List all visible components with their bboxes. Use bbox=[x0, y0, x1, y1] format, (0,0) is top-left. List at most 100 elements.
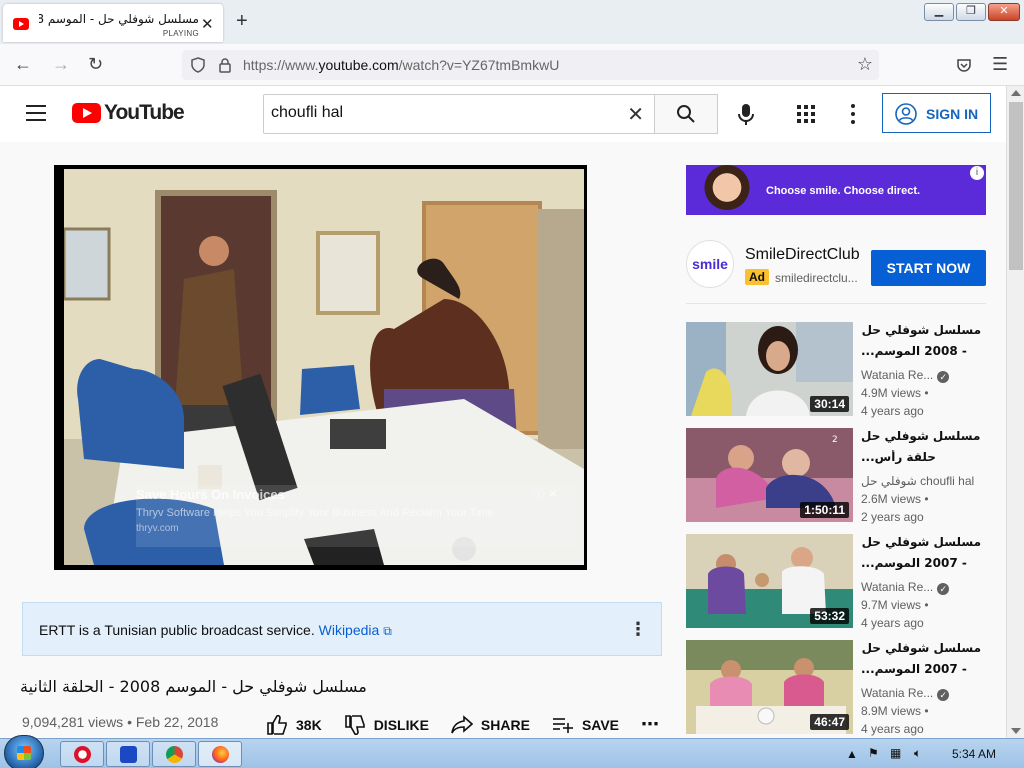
broadcaster-info-panel: ERTT is a Tunisian public broadcast serv… bbox=[22, 602, 662, 656]
start-now-button[interactable]: START NOW bbox=[871, 250, 986, 286]
tracking-shield-icon[interactable] bbox=[190, 57, 206, 73]
like-count: 38K bbox=[296, 716, 322, 733]
more-actions-icon[interactable]: ⋯ bbox=[641, 714, 659, 735]
external-link-icon[interactable]: ⧉ bbox=[383, 624, 392, 638]
window-controls: ▁ ❐ ✕ bbox=[924, 3, 1020, 21]
url-text: https://www.youtube.com/watch?v=YZ67tmBm… bbox=[243, 57, 560, 73]
volume-icon[interactable]: 🔈︎ bbox=[914, 746, 921, 761]
browser-tab-bar: مسلسل شوفلي حل - الموسم 2008 PLAYING ✕ +… bbox=[0, 0, 1024, 44]
youtube-logo-icon[interactable] bbox=[72, 103, 101, 123]
page-scrollbar[interactable] bbox=[1006, 86, 1024, 738]
ad-info-icon[interactable]: i bbox=[970, 166, 984, 180]
pocket-icon[interactable] bbox=[956, 57, 972, 73]
scroll-down-icon[interactable] bbox=[1011, 728, 1021, 734]
youtube-logo-text[interactable]: YouTube bbox=[104, 101, 185, 125]
close-window-icon[interactable]: ✕ bbox=[988, 3, 1020, 21]
maximize-icon[interactable]: ❐ bbox=[956, 3, 986, 21]
related-title-line1: مسلسل شوفلي حل - bbox=[861, 535, 981, 549]
save-button[interactable]: SAVE bbox=[552, 715, 619, 735]
related-video[interactable]: 46:47 مسلسل شوفلي حل - - 2007 الموسم... … bbox=[686, 640, 986, 736]
related-video[interactable]: 30:14 مسلسل شوفلي حل - - 2008 الموسم... … bbox=[686, 322, 986, 418]
info-panel-menu-icon[interactable]: ⋮ bbox=[629, 619, 647, 640]
bookmark-star-icon[interactable]: ☆ bbox=[857, 54, 873, 75]
related-video[interactable]: 53:32 مسلسل شوفلي حل - - 2007 الموسم... … bbox=[686, 534, 986, 630]
sign-in-button[interactable]: SIGN IN bbox=[882, 93, 991, 133]
upload-age: 4 years ago bbox=[861, 616, 924, 630]
browser-tab[interactable]: مسلسل شوفلي حل - الموسم 2008 PLAYING ✕ bbox=[3, 4, 223, 42]
chrome-icon bbox=[166, 746, 183, 763]
save-label: SAVE bbox=[581, 716, 620, 733]
sponsored-card[interactable]: smile SmileDirectClub Ad smiledirectclu.… bbox=[686, 240, 986, 304]
broadcaster-info-text: ERTT is a Tunisian public broadcast serv… bbox=[39, 622, 392, 638]
overlay-ad-site: thryv.com bbox=[136, 523, 179, 534]
guide-menu-icon[interactable] bbox=[26, 105, 46, 121]
verified-icon: ✓ bbox=[937, 371, 950, 383]
view-count: 9.7M views • bbox=[861, 598, 929, 612]
video-duration: 46:47 bbox=[810, 714, 849, 730]
related-title-line1: مسلسل شوفلي حل - bbox=[861, 323, 981, 337]
start-button-icon[interactable] bbox=[4, 735, 44, 768]
tray-expand-icon[interactable]: ▲ bbox=[846, 747, 858, 761]
video-thumbnail[interactable]: 53:32 bbox=[686, 534, 853, 628]
address-bar[interactable]: https://www.youtube.com/watch?v=YZ67tmBm… bbox=[182, 50, 879, 80]
dislike-button[interactable]: DISLIKE bbox=[344, 714, 429, 735]
advertiser-domain: smiledirectclu... bbox=[775, 271, 858, 285]
wikipedia-link[interactable]: Wikipedia bbox=[319, 622, 380, 638]
forward-icon[interactable]: → bbox=[52, 54, 70, 75]
account-icon bbox=[895, 103, 917, 125]
thumbs-up-icon bbox=[267, 714, 287, 735]
related-video[interactable]: 2 1:50:11 مسلسل شوفلي حل حلقة رأس... شوف… bbox=[686, 428, 986, 524]
like-button[interactable]: 38K bbox=[266, 714, 322, 735]
ad-badge: Ad bbox=[745, 269, 769, 285]
taskbar-firefox[interactable] bbox=[198, 741, 242, 767]
video-overlay-ad[interactable]: Save Hours On Invoices Thryv Software He… bbox=[136, 485, 576, 547]
overlay-ad-close-icon[interactable]: ⓘ ✕ bbox=[533, 485, 558, 502]
clear-search-icon[interactable]: ✕ bbox=[627, 102, 644, 127]
overlay-ad-title: Save Hours On Invoices bbox=[136, 487, 285, 502]
video-title: مسلسل شوفلي حل - الموسم 2008 - الحلقة ال… bbox=[20, 677, 367, 696]
thumbs-down-icon bbox=[344, 714, 365, 735]
taskbar-chrome[interactable] bbox=[152, 741, 196, 767]
video-duration: 30:14 bbox=[810, 396, 849, 412]
sidebar-ad-banner[interactable]: Choose smile. Choose direct. i bbox=[686, 165, 986, 215]
video-thumbnail[interactable]: 46:47 bbox=[686, 640, 853, 734]
video-player[interactable]: Save Hours On Invoices Thryv Software He… bbox=[54, 165, 587, 570]
firefox-icon bbox=[212, 746, 229, 763]
malwarebytes-icon bbox=[120, 746, 137, 763]
video-thumbnail[interactable]: 2 1:50:11 bbox=[686, 428, 853, 522]
minimize-icon[interactable]: ▁ bbox=[924, 3, 954, 21]
search-button[interactable] bbox=[654, 94, 718, 134]
upload-age: 2 years ago bbox=[861, 510, 924, 524]
search-input[interactable] bbox=[271, 104, 611, 122]
tab-close-icon[interactable]: ✕ bbox=[201, 15, 214, 33]
youtube-favicon-icon bbox=[13, 18, 29, 30]
taskbar-opera[interactable] bbox=[60, 741, 104, 767]
tab-playing-status: PLAYING bbox=[162, 29, 199, 38]
opera-icon bbox=[74, 746, 91, 763]
reload-icon[interactable]: ↻ bbox=[88, 54, 103, 75]
scroll-up-icon[interactable] bbox=[1011, 90, 1021, 96]
ad-banner-image bbox=[702, 165, 752, 215]
lock-icon[interactable] bbox=[218, 57, 232, 73]
related-title-line2: - 2007 الموسم... bbox=[861, 556, 967, 570]
related-title-line2: حلقة رأس... bbox=[861, 450, 936, 464]
network-icon[interactable]: ▦ bbox=[890, 746, 901, 760]
action-center-icon[interactable]: ⚑ bbox=[868, 746, 879, 760]
video-views-date: 9,094,281 views • Feb 22, 2018 bbox=[22, 714, 219, 730]
search-icon bbox=[677, 105, 695, 123]
dislike-label: DISLIKE bbox=[373, 716, 429, 733]
taskbar-malwarebytes[interactable] bbox=[106, 741, 150, 767]
video-thumbnail[interactable]: 30:14 bbox=[686, 322, 853, 416]
app-menu-icon[interactable]: ☰ bbox=[992, 54, 1008, 75]
channel-name: Watania Re... ✓ bbox=[861, 580, 950, 595]
new-tab-icon[interactable]: + bbox=[236, 10, 248, 33]
upload-age: 4 years ago bbox=[861, 722, 924, 736]
back-icon[interactable]: ← bbox=[14, 54, 32, 75]
taskbar-clock[interactable]: 5:34 AM bbox=[952, 747, 996, 761]
scrollbar-thumb[interactable] bbox=[1009, 102, 1023, 270]
voice-search-icon[interactable] bbox=[728, 96, 764, 132]
share-button[interactable]: SHARE bbox=[451, 714, 530, 735]
view-count: 8.9M views • bbox=[861, 704, 929, 718]
settings-more-icon[interactable] bbox=[846, 103, 860, 125]
apps-grid-icon[interactable] bbox=[796, 104, 816, 124]
